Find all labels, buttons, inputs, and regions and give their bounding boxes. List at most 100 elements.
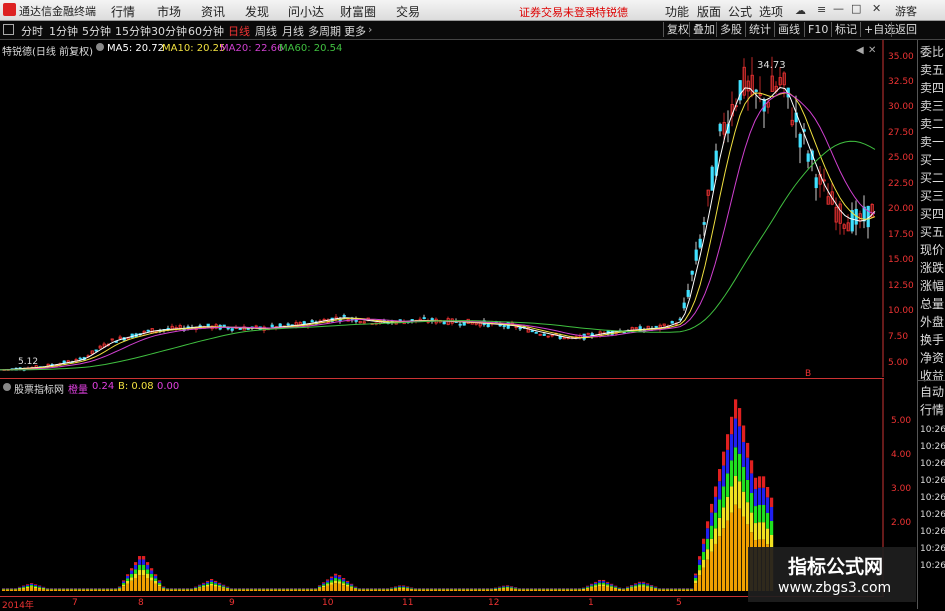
indicator-bar [158, 580, 161, 581]
xtick: 2014年 [2, 598, 34, 611]
tool-biaoji[interactable]: 标记 [831, 22, 860, 37]
indicator-bar [494, 589, 497, 590]
period-fenshi[interactable]: 分时 [21, 23, 43, 39]
tool-huaxian[interactable]: 画线 [774, 22, 803, 37]
watermark-title: 指标公式网 [788, 552, 883, 579]
indicator-bar [722, 466, 725, 487]
indicator-bar [330, 578, 333, 580]
indicator-bar [646, 586, 649, 587]
tool-duogu[interactable]: 多股 [716, 22, 745, 37]
stock-link[interactable]: 特锐德 [595, 4, 628, 20]
indicator-bar [626, 588, 629, 589]
indicator-bar [606, 584, 609, 585]
quote-field-label: 涨跌 [920, 261, 944, 275]
quote-field-label: 涨幅 [920, 279, 944, 293]
indicator-bar [486, 590, 489, 591]
indicator-bar [310, 590, 313, 591]
indicator-bar [754, 489, 757, 506]
tool-fuquan[interactable]: 复权 [663, 22, 692, 37]
indicator-bar [502, 586, 505, 587]
period-5min[interactable]: 5分钟 [82, 23, 111, 39]
guest-label[interactable]: 游客 [895, 3, 917, 19]
indicator-bar [86, 590, 89, 591]
xtick: 8 [138, 598, 144, 608]
indicator-bar [250, 590, 253, 591]
tool-tongji[interactable]: 统计 [745, 22, 774, 37]
maximize-icon[interactable]: □ [851, 2, 861, 15]
menu-faxian[interactable]: 发现 [245, 3, 269, 20]
login-notice[interactable]: 证券交易未登录 [519, 4, 596, 20]
menu-shichang[interactable]: 市场 [157, 3, 181, 20]
period-15min[interactable]: 15分钟 [115, 23, 151, 39]
indicator-bar [18, 589, 21, 591]
arrow-left-icon[interactable]: ◀ [856, 45, 864, 56]
cloud-icon[interactable]: ☁ [795, 4, 806, 17]
candle-body [655, 326, 657, 327]
menu-gongneng[interactable]: 功能 [665, 3, 689, 20]
expand-icon[interactable] [3, 24, 14, 35]
tool-fanhui[interactable]: 返回 [891, 22, 920, 37]
indicator-bar [498, 588, 501, 589]
indicator-bar [594, 582, 597, 583]
indicator-bar [758, 505, 761, 522]
tool-diejia[interactable]: 叠加 [689, 22, 718, 37]
menu-xuanxiang[interactable]: 选项 [759, 3, 783, 20]
period-more[interactable]: 更多 [344, 23, 366, 39]
menu-jiaoyi[interactable]: 交易 [396, 3, 420, 20]
settings-dot-icon[interactable] [96, 43, 104, 51]
indicator-bar [42, 587, 45, 588]
indicator-bar [678, 590, 681, 591]
period-multi[interactable]: 多周期 [308, 23, 341, 39]
indicator-bar [42, 589, 45, 590]
menu-zixun[interactable]: 资讯 [201, 3, 225, 20]
more-arrow-icon[interactable]: › [368, 23, 372, 36]
watermark: 指标公式网 www.zbgs3.com [748, 547, 916, 602]
indicator-bar [26, 586, 29, 587]
menu-banmian[interactable]: 版面 [697, 3, 721, 20]
menu-caifuquan[interactable]: 财富圈 [340, 3, 376, 20]
indicator-bar [34, 588, 37, 591]
indicator-bar [602, 584, 605, 586]
quote-field-label: 卖三 [920, 99, 944, 113]
minimize-icon[interactable]: — [833, 2, 844, 15]
indicator-bar [26, 584, 29, 585]
close-panel-icon[interactable]: ✕ [868, 45, 876, 56]
menu-hangqing[interactable]: 行情 [111, 3, 135, 20]
period-daily[interactable]: 日线 [228, 23, 250, 39]
menu-icon[interactable]: ≡ [817, 3, 826, 16]
indicator-bar [354, 589, 357, 591]
period-weekly[interactable]: 周线 [255, 23, 277, 39]
indicator-settings-icon[interactable] [3, 383, 11, 391]
candle-body [459, 324, 461, 325]
chart-title: 特锐德(日线 前复权) [2, 43, 93, 58]
menu-gongshi[interactable]: 公式 [728, 3, 752, 20]
indicator-bar [198, 585, 201, 586]
indicator-bar [718, 518, 721, 536]
ytick: 7.50 [888, 332, 908, 342]
indicator-bar [506, 588, 509, 589]
kline-chart[interactable]: 特锐德(日线 前复权) MA5: 20.72 MA10: 20.25 MA20:… [0, 40, 884, 377]
candle-body [719, 124, 721, 131]
indicator-bar [390, 588, 393, 589]
indicator-bar [26, 587, 29, 588]
close-icon[interactable]: ✕ [872, 2, 881, 15]
tool-f10[interactable]: F10 [804, 22, 831, 37]
period-1min[interactable]: 1分钟 [49, 23, 78, 39]
indicator-bar [134, 565, 137, 569]
period-30min[interactable]: 30分钟 [151, 23, 187, 39]
quote-tab[interactable]: 自动 [920, 385, 944, 399]
period-monthly[interactable]: 月线 [282, 23, 304, 39]
indicator-bar [234, 590, 237, 591]
period-60min[interactable]: 60分钟 [188, 23, 224, 39]
indicator-value1: 0.24 [92, 381, 114, 392]
indicator-bar [750, 493, 753, 513]
indicator-bar [758, 476, 761, 487]
low-label: 5.12 [18, 357, 38, 367]
indicator-bar [642, 584, 645, 585]
indicator-bar [702, 560, 705, 568]
indicator-bar [218, 585, 221, 586]
quote-tab[interactable]: 行情 [920, 403, 944, 417]
indicator-bar [514, 589, 517, 591]
menu-wenxiaoda[interactable]: 问小达 [288, 3, 324, 20]
indicator-bar [718, 536, 721, 591]
